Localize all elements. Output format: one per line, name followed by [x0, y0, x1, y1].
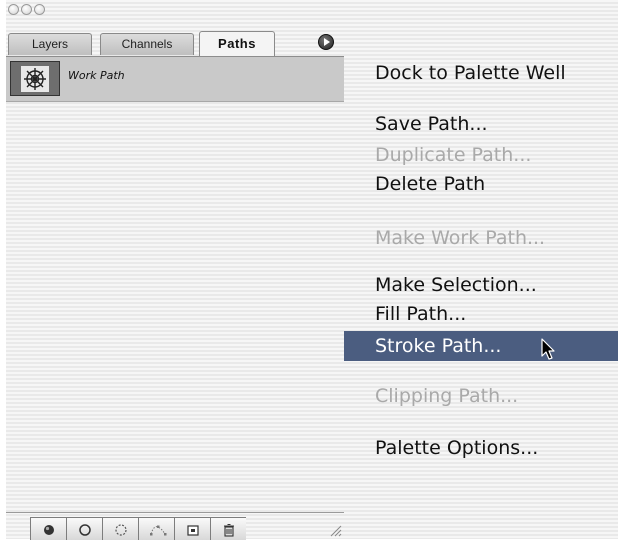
tab-paths-label: Paths	[218, 36, 256, 51]
tab-layers-label: Layers	[31, 37, 69, 51]
palette-popup-menu: Dock to Palette Well Save Path... Duplic…	[344, 0, 618, 539]
fill-path-icon	[44, 525, 54, 535]
palette-tab-bar: Layers Channels Paths	[6, 24, 344, 57]
menu-item-dock-to-palette-well[interactable]: Dock to Palette Well	[344, 58, 618, 88]
zoom-window-button[interactable]	[34, 4, 45, 15]
palette-titlebar	[6, 0, 344, 24]
menu-item-duplicate-path: Duplicate Path...	[375, 144, 532, 166]
menu-item-make-selection[interactable]: Make Selection...	[344, 270, 618, 300]
tab-channels-label: Channels	[121, 37, 173, 51]
menu-item-clipping-path: Clipping Path...	[375, 385, 519, 407]
load-selection-button[interactable]	[102, 517, 138, 540]
make-work-path-button[interactable]	[138, 517, 174, 540]
menu-item-stroke-path-label: Stroke Path...	[375, 335, 502, 357]
menu-item-save-path[interactable]: Save Path...	[344, 109, 618, 139]
menu-item-palette-options[interactable]: Palette Options...	[344, 433, 618, 463]
new-path-icon	[187, 525, 199, 536]
menu-item-delete-path[interactable]: Delete Path	[344, 169, 618, 199]
make-work-path-icon	[150, 525, 167, 536]
palette-bottom-toolbar	[6, 512, 344, 540]
path-row-work-path[interactable]: Work Path	[6, 57, 344, 102]
paths-palette: Layers Channels Paths Work Path	[6, 0, 345, 540]
tab-paths[interactable]: Paths	[199, 31, 275, 56]
delete-path-button[interactable]	[210, 517, 246, 540]
menu-item-stroke-path[interactable]: Stroke Path...	[344, 331, 618, 361]
load-selection-icon	[115, 524, 127, 536]
tab-channels[interactable]: Channels	[100, 33, 194, 55]
paths-list-empty-area	[6, 102, 344, 514]
tab-layers[interactable]: Layers	[8, 33, 92, 55]
menu-item-fill-path[interactable]: Fill Path...	[344, 299, 618, 329]
minimize-window-button[interactable]	[21, 4, 32, 15]
fill-path-button[interactable]	[30, 517, 66, 540]
stroke-path-button[interactable]	[66, 517, 102, 540]
menu-item-make-work-path: Make Work Path...	[375, 227, 546, 249]
palette-menu-button[interactable]	[318, 34, 334, 50]
trash-icon	[224, 524, 234, 537]
close-window-button[interactable]	[8, 4, 19, 15]
new-path-button[interactable]	[174, 517, 210, 540]
resize-grip-icon[interactable]	[328, 523, 342, 537]
stroke-path-icon	[79, 524, 91, 536]
mouse-pointer-icon	[541, 338, 555, 360]
path-name: Work Path	[68, 69, 125, 82]
path-thumbnail-icon	[21, 66, 49, 92]
path-thumbnail	[10, 61, 60, 96]
